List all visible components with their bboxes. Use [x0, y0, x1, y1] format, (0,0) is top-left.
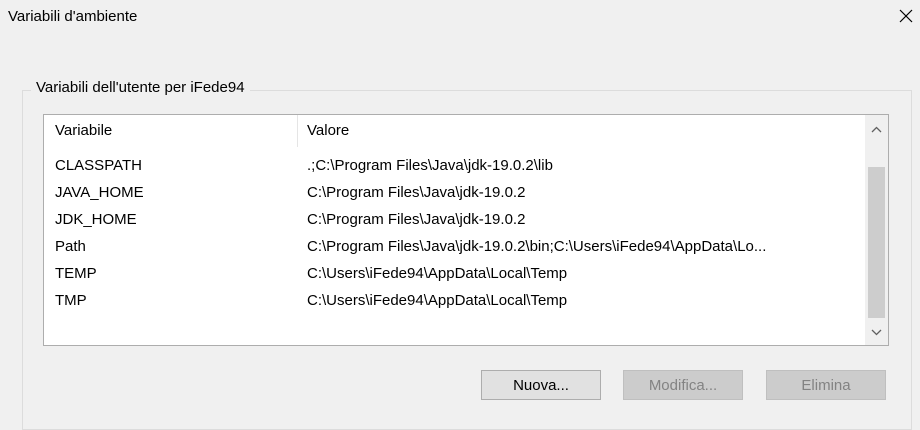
variable-value: C:\Program Files\Java\jdk-19.0.2	[307, 211, 526, 228]
column-header-variable[interactable]: Variabile	[55, 115, 112, 147]
user-variables-group-label: Variabili dell'utente per iFede94	[31, 79, 250, 96]
table-row[interactable]: JDK_HOME C:\Program Files\Java\jdk-19.0.…	[44, 206, 866, 233]
user-variables-list[interactable]: Variabile Valore CLASSPATH .;C:\Program …	[43, 114, 889, 346]
variable-value: C:\Program Files\Java\jdk-19.0.2	[307, 184, 526, 201]
variable-name: JAVA_HOME	[55, 184, 144, 201]
dialog-title: Variabili d'ambiente	[8, 8, 138, 25]
variable-value: C:\Users\iFede94\AppData\Local\Temp	[307, 292, 568, 309]
variable-value: C:\Users\iFede94\AppData\Local\Temp	[307, 265, 568, 282]
variable-value: C:\Program Files\Java\jdk-19.0.2\bin;C:\…	[307, 238, 767, 255]
variable-name: JDK_HOME	[55, 211, 137, 228]
close-icon[interactable]	[896, 6, 916, 26]
scroll-up-arrow-icon[interactable]	[865, 119, 888, 141]
column-header-value[interactable]: Valore	[307, 115, 349, 147]
table-row[interactable]: JAVA_HOME C:\Program Files\Java\jdk-19.0…	[44, 179, 866, 206]
table-row[interactable]: TEMP C:\Users\iFede94\AppData\Local\Temp	[44, 260, 866, 287]
delete-variable-button[interactable]: Elimina	[766, 370, 886, 400]
variable-name: TEMP	[55, 265, 97, 282]
table-row[interactable]: Path C:\Program Files\Java\jdk-19.0.2\bi…	[44, 233, 866, 260]
edit-variable-button[interactable]: Modifica...	[623, 370, 743, 400]
variable-value: .;C:\Program Files\Java\jdk-19.0.2\lib	[307, 157, 553, 174]
table-row[interactable]: CLASSPATH .;C:\Program Files\Java\jdk-19…	[44, 152, 866, 179]
column-divider[interactable]	[297, 115, 298, 147]
scroll-down-arrow-icon[interactable]	[865, 321, 888, 343]
new-variable-button[interactable]: Nuova...	[481, 370, 601, 400]
table-row[interactable]: TMP C:\Users\iFede94\AppData\Local\Temp	[44, 287, 866, 314]
scroll-thumb[interactable]	[868, 167, 885, 318]
variable-name: Path	[55, 238, 86, 255]
variable-name: CLASSPATH	[55, 157, 142, 174]
variable-name: TMP	[55, 292, 87, 309]
vertical-scrollbar[interactable]	[865, 115, 888, 345]
